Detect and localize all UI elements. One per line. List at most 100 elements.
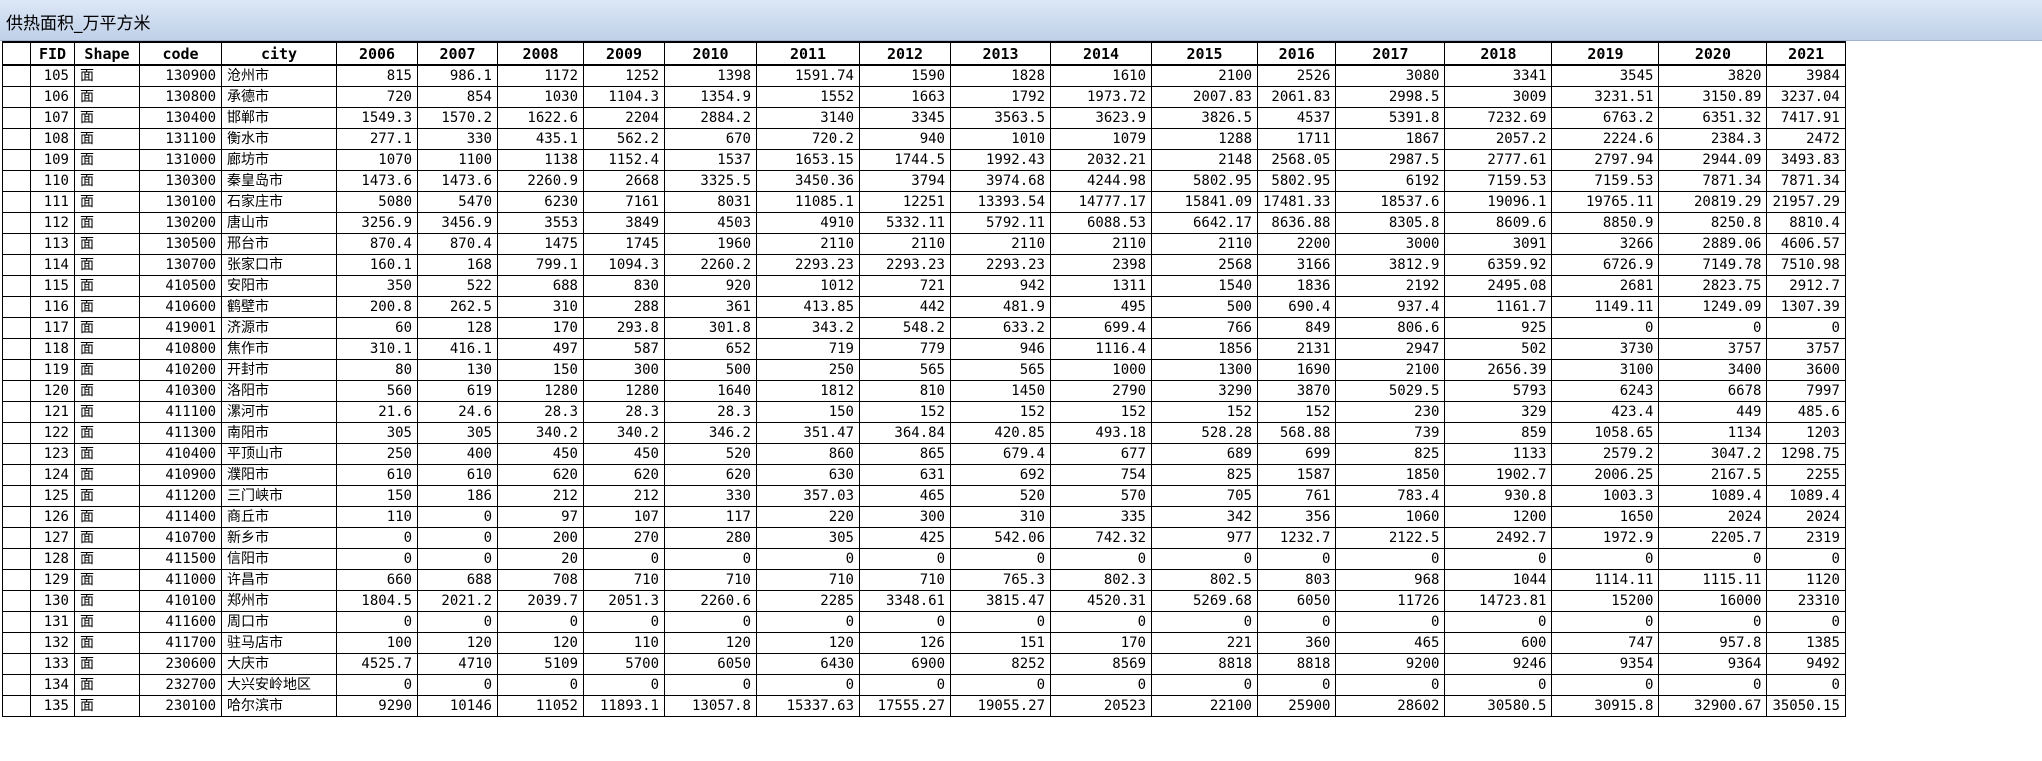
cell-code[interactable]: 410200	[139, 359, 222, 381]
cell-2020[interactable]: 16000	[1658, 590, 1768, 612]
cell-shape[interactable]: 面	[74, 569, 140, 591]
cell-2014[interactable]: 14777.17	[1050, 191, 1152, 213]
cell-2014[interactable]: 2398	[1050, 254, 1152, 276]
cell-2018[interactable]: 600	[1444, 632, 1553, 654]
cell-2018[interactable]: 1044	[1444, 569, 1553, 591]
cell-2009[interactable]: 2051.3	[583, 590, 665, 612]
cell-2007[interactable]: 522	[417, 275, 498, 297]
cell-2014[interactable]: 0	[1050, 674, 1152, 696]
cell-2006[interactable]: 1473.6	[336, 170, 418, 192]
cell-2012[interactable]: 0	[859, 674, 951, 696]
cell-2011[interactable]: 6430	[756, 653, 860, 675]
cell-2008[interactable]: 708	[497, 569, 584, 591]
table-row[interactable]: 105 面 130900 沧州市 815 986.1 1172 1252 1398 1591.74…	[2, 64, 1846, 87]
cell-2015[interactable]: 342	[1151, 506, 1258, 528]
cell-2021[interactable]: 2255	[1766, 464, 1846, 486]
cell-2020[interactable]: 1134	[1658, 422, 1768, 444]
cell-2010[interactable]: 920	[664, 275, 757, 297]
cell-2006[interactable]: 305	[336, 422, 418, 444]
cell-shape[interactable]: 面	[74, 128, 140, 150]
cell-city[interactable]: 南阳市	[221, 422, 337, 444]
cell-2008[interactable]: 0	[497, 611, 584, 633]
cell-2012[interactable]: 12251	[859, 191, 951, 213]
cell-2017[interactable]: 2998.5	[1335, 86, 1446, 108]
attribute-table[interactable]: FID Shape code city 2006 2007 2008 2009 2010 2011…	[0, 41, 2042, 761]
cell-2009[interactable]: 28.3	[583, 401, 665, 423]
table-row[interactable]: 116 面 410600 鹤壁市 200.8 262.5 310 288 361 413.85 44…	[2, 296, 1846, 318]
row-selector[interactable]	[2, 338, 31, 360]
cell-fid[interactable]: 107	[30, 107, 75, 129]
cell-city[interactable]: 张家口市	[221, 254, 337, 276]
cell-2006[interactable]: 0	[336, 527, 418, 549]
cell-2014[interactable]: 1610	[1050, 64, 1152, 87]
cell-2021[interactable]: 2472	[1766, 128, 1846, 150]
cell-2016[interactable]: 1232.7	[1256, 527, 1337, 549]
cell-2017[interactable]: 2100	[1335, 359, 1446, 381]
cell-2012[interactable]: 2110	[859, 233, 951, 255]
cell-2015[interactable]: 500	[1151, 296, 1258, 318]
cell-2006[interactable]: 1070	[336, 149, 418, 171]
cell-code[interactable]: 230100	[139, 695, 222, 717]
cell-2021[interactable]: 2319	[1766, 527, 1846, 549]
cell-2019[interactable]: 6763.2	[1551, 107, 1660, 129]
cell-2020[interactable]: 0	[1658, 317, 1768, 339]
cell-2017[interactable]: 2947	[1335, 338, 1446, 360]
cell-2006[interactable]: 150	[336, 485, 418, 507]
cell-code[interactable]: 230600	[139, 653, 222, 675]
cell-2009[interactable]: 1152.4	[583, 149, 665, 171]
cell-city[interactable]: 哈尔滨市	[221, 695, 337, 717]
cell-2016[interactable]: 690.4	[1256, 296, 1337, 318]
cell-2011[interactable]: 1812	[756, 380, 860, 402]
cell-fid[interactable]: 129	[30, 569, 75, 591]
cell-2020[interactable]: 6351.32	[1658, 107, 1768, 129]
cell-2006[interactable]: 1804.5	[336, 590, 418, 612]
cell-2018[interactable]: 2656.39	[1444, 359, 1553, 381]
cell-2008[interactable]: 0	[497, 674, 584, 696]
cell-2009[interactable]: 288	[583, 296, 665, 318]
row-selector[interactable]	[2, 86, 31, 108]
cell-2020[interactable]: 3757	[1658, 338, 1768, 360]
cell-2009[interactable]: 212	[583, 485, 665, 507]
cell-2021[interactable]: 7417.91	[1766, 107, 1846, 129]
cell-2018[interactable]: 6359.92	[1444, 254, 1553, 276]
cell-code[interactable]: 131100	[139, 128, 222, 150]
cell-2012[interactable]: 710	[859, 569, 951, 591]
cell-2007[interactable]: 688	[417, 569, 498, 591]
cell-2015[interactable]: 705	[1151, 485, 1258, 507]
column-header-2021[interactable]: 2021	[1766, 41, 1846, 66]
cell-2010[interactable]: 4503	[664, 212, 757, 234]
cell-2021[interactable]: 21957.29	[1766, 191, 1846, 213]
cell-fid[interactable]: 112	[30, 212, 75, 234]
cell-code[interactable]: 410100	[139, 590, 222, 612]
cell-2018[interactable]: 2492.7	[1444, 527, 1553, 549]
cell-2007[interactable]: 5470	[417, 191, 498, 213]
cell-city[interactable]: 洛阳市	[221, 380, 337, 402]
cell-shape[interactable]: 面	[74, 338, 140, 360]
cell-2015[interactable]: 689	[1151, 443, 1258, 465]
cell-2012[interactable]: 0	[859, 548, 951, 570]
cell-2020[interactable]: 8250.8	[1658, 212, 1768, 234]
cell-2021[interactable]: 0	[1766, 674, 1846, 696]
cell-city[interactable]: 济源市	[221, 317, 337, 339]
cell-shape[interactable]: 面	[74, 674, 140, 696]
cell-code[interactable]: 130200	[139, 212, 222, 234]
cell-2019[interactable]: 6243	[1551, 380, 1660, 402]
row-selector[interactable]	[2, 569, 31, 591]
cell-fid[interactable]: 133	[30, 653, 75, 675]
cell-2006[interactable]: 9290	[336, 695, 418, 717]
cell-2013[interactable]: 542.06	[950, 527, 1051, 549]
cell-2016[interactable]: 4537	[1256, 107, 1337, 129]
cell-code[interactable]: 410600	[139, 296, 222, 318]
table-row[interactable]: 129 面 411000 许昌市 660 688 708 710 710 710 710 765.3 8…	[2, 569, 1846, 591]
cell-2020[interactable]: 3820	[1658, 64, 1768, 87]
cell-2019[interactable]: 0	[1551, 317, 1660, 339]
cell-shape[interactable]: 面	[74, 212, 140, 234]
cell-2013[interactable]: 520	[950, 485, 1051, 507]
cell-2019[interactable]: 1058.65	[1551, 422, 1660, 444]
cell-2006[interactable]: 4525.7	[336, 653, 418, 675]
cell-2011[interactable]: 357.03	[756, 485, 860, 507]
cell-fid[interactable]: 105	[30, 64, 75, 87]
cell-2011[interactable]: 120	[756, 632, 860, 654]
cell-fid[interactable]: 124	[30, 464, 75, 486]
cell-shape[interactable]: 面	[74, 632, 140, 654]
